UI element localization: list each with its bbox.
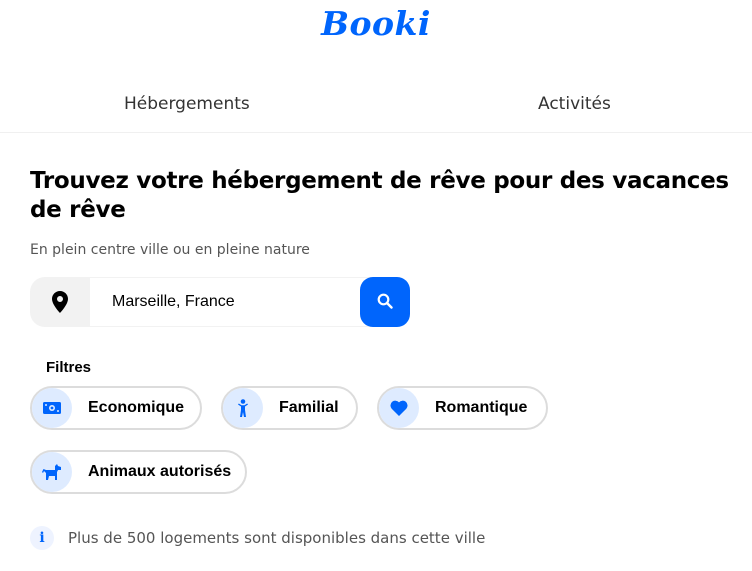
filter-label: Economique [88, 399, 185, 416]
search-bar [30, 277, 410, 327]
nav-item-hebergements[interactable]: Hébergements [124, 94, 250, 114]
search-input[interactable] [90, 277, 390, 327]
filter-animaux[interactable]: Animaux autorisés [30, 450, 247, 494]
search-button[interactable] [360, 277, 410, 327]
logo[interactable]: Booki [0, 4, 752, 43]
filter-romantique[interactable]: Romantique [377, 386, 548, 430]
filter-label: Familial [279, 399, 339, 416]
filter-familial[interactable]: Familial [221, 386, 358, 430]
info-icon: i [30, 526, 54, 550]
search-icon [377, 293, 393, 312]
nav-item-activites[interactable]: Activités [538, 94, 611, 114]
filter-label: Animaux autorisés [88, 463, 232, 480]
top-nav: Hébergements Activités [0, 76, 752, 133]
map-pin-icon [30, 277, 90, 327]
heart-icon [379, 388, 419, 428]
page-subtitle: En plein centre ville ou en pleine natur… [30, 242, 310, 258]
info-text: Plus de 500 logements sont disponibles d… [68, 529, 486, 547]
page-title: Trouvez votre hébergement de rêve pour d… [30, 168, 729, 223]
filters-heading: Filtres [46, 359, 92, 376]
dog-icon [32, 452, 72, 492]
filter-label: Romantique [435, 399, 528, 416]
money-icon [32, 388, 72, 428]
filter-economique[interactable]: Economique [30, 386, 202, 430]
info-message: i Plus de 500 logements sont disponibles… [30, 526, 485, 550]
child-icon [223, 388, 263, 428]
